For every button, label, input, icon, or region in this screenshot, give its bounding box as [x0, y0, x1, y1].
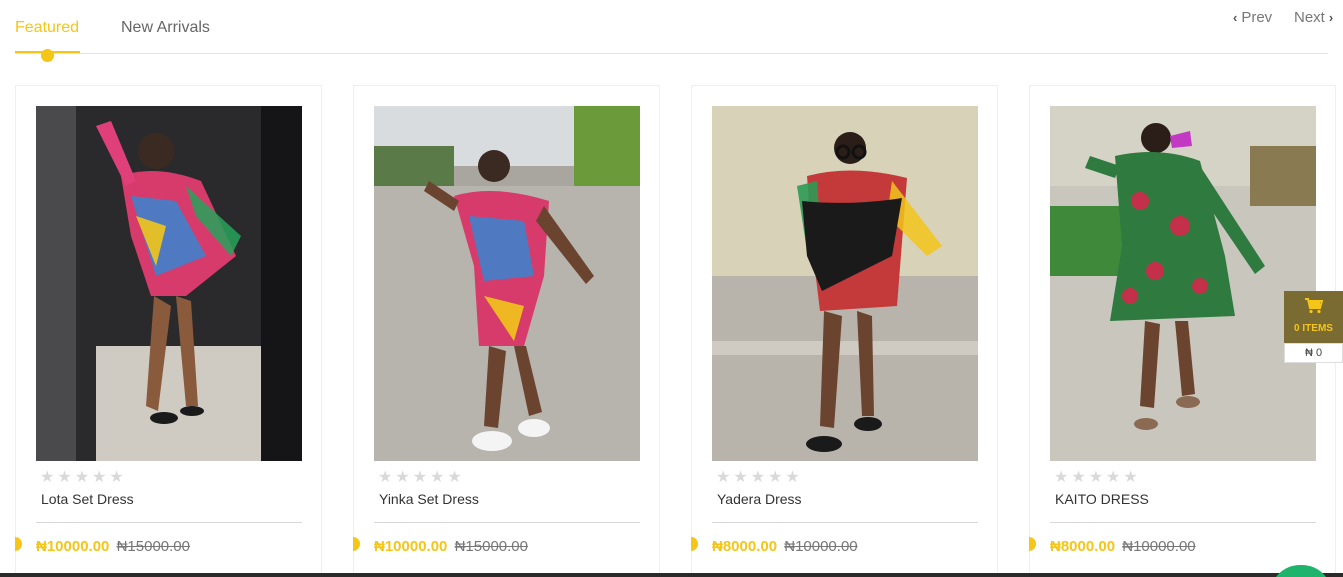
next-button[interactable]: Next › — [1294, 9, 1333, 26]
rating-stars: ★ ★ ★ ★ ★ — [1054, 470, 1138, 486]
old-price: ₦15000.00 — [116, 538, 190, 555]
star-icon: ★ — [109, 469, 124, 486]
star-icon: ★ — [40, 469, 55, 486]
cart-button[interactable]: 0 ITEMS — [1284, 291, 1343, 343]
old-price: ₦15000.00 — [454, 538, 528, 555]
star-icon: ★ — [92, 469, 107, 486]
divider — [1050, 522, 1316, 523]
product-image[interactable] — [1050, 106, 1316, 461]
star-icon: ★ — [1106, 469, 1121, 486]
product-card[interactable]: ★ ★ ★ ★ ★ Yinka Set Dress ₦10000.00 ₦150… — [353, 85, 660, 577]
star-icon: ★ — [378, 469, 393, 486]
price-row: ₦8000.00 ₦10000.00 — [712, 538, 858, 555]
product-image[interactable] — [712, 106, 978, 461]
divider — [712, 522, 978, 523]
star-icon: ★ — [430, 469, 445, 486]
prev-label: Prev — [1241, 9, 1273, 26]
old-price: ₦10000.00 — [784, 538, 858, 555]
product-name[interactable]: Yinka Set Dress — [379, 491, 479, 507]
active-tab-indicator — [41, 49, 54, 62]
price-indicator — [353, 537, 360, 551]
star-icon: ★ — [57, 469, 72, 486]
star-icon: ★ — [1088, 469, 1104, 486]
star-icon: ★ — [447, 469, 462, 486]
star-icon: ★ — [395, 469, 410, 486]
cart-item-count: 0 ITEMS — [1294, 323, 1333, 334]
chevron-right-icon: › — [1328, 10, 1334, 25]
chevron-left-icon: ‹ — [1233, 10, 1238, 25]
star-icon: ★ — [733, 469, 748, 486]
page-bottom-edge — [0, 573, 1343, 577]
product-card[interactable]: ★ ★ ★ ★ ★ Yadera Dress ₦8000.00 ₦10000.0… — [691, 85, 998, 577]
rating-stars: ★ ★ ★ ★ ★ — [378, 470, 462, 486]
product-name[interactable]: Yadera Dress — [717, 491, 802, 507]
price-indicator — [15, 537, 22, 551]
star-icon: ★ — [74, 469, 90, 486]
star-icon: ★ — [785, 469, 800, 486]
shopping-cart-icon — [1284, 298, 1343, 319]
prev-button[interactable]: ‹ Prev — [1233, 9, 1272, 26]
current-price: ₦10000.00 — [374, 538, 448, 555]
current-price: ₦8000.00 — [712, 538, 778, 555]
product-card[interactable]: ★ ★ ★ ★ ★ Lota Set Dress ₦10000.00 ₦1500… — [15, 85, 322, 577]
star-icon: ★ — [1071, 469, 1086, 486]
star-icon: ★ — [412, 469, 428, 486]
product-name[interactable]: KAITO DRESS — [1055, 491, 1149, 507]
rating-stars: ★ ★ ★ ★ ★ — [716, 470, 800, 486]
star-icon: ★ — [768, 469, 783, 486]
tab-featured[interactable]: Featured — [15, 19, 79, 37]
old-price: ₦10000.00 — [1122, 538, 1196, 555]
mini-cart[interactable]: 0 ITEMS ₦ 0 — [1284, 291, 1343, 363]
product-name[interactable]: Lota Set Dress — [41, 491, 134, 507]
product-image[interactable] — [374, 106, 640, 461]
tab-new-arrivals[interactable]: New Arrivals — [121, 19, 210, 37]
product-image[interactable] — [36, 106, 302, 461]
price-indicator — [691, 537, 698, 551]
star-icon: ★ — [1123, 469, 1138, 486]
divider — [36, 522, 302, 523]
cart-total: ₦ 0 — [1284, 343, 1343, 363]
price-indicator — [1029, 537, 1036, 551]
price-row: ₦8000.00 ₦10000.00 — [1050, 538, 1196, 555]
current-price: ₦10000.00 — [36, 538, 110, 555]
star-icon: ★ — [716, 469, 731, 486]
price-row: ₦10000.00 ₦15000.00 — [36, 538, 190, 555]
star-icon: ★ — [750, 469, 766, 486]
price-row: ₦10000.00 ₦15000.00 — [374, 538, 528, 555]
rating-stars: ★ ★ ★ ★ ★ — [40, 470, 124, 486]
star-icon: ★ — [1054, 469, 1069, 486]
next-label: Next — [1294, 9, 1325, 26]
product-tabs: Featured New Arrivals — [15, 0, 1328, 62]
divider — [374, 522, 640, 523]
current-price: ₦8000.00 — [1050, 538, 1116, 555]
